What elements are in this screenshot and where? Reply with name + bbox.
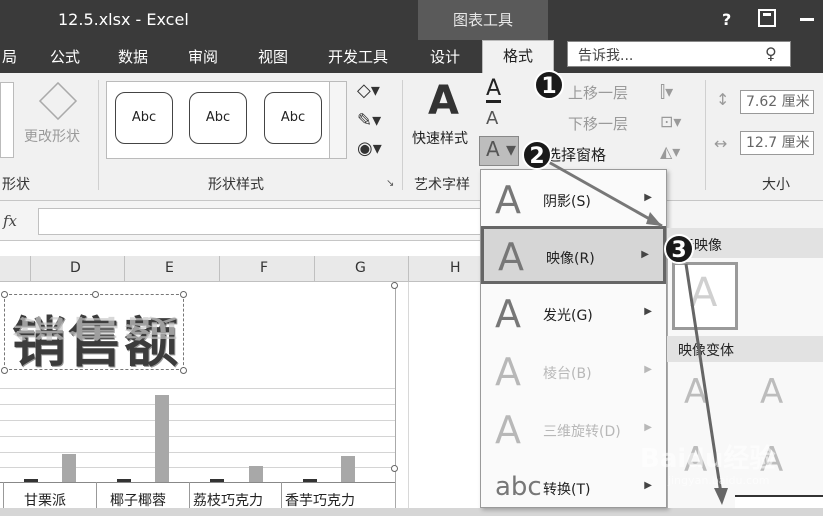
watermark: Baidu经验 (640, 444, 776, 474)
annotation-arrow (544, 158, 663, 228)
callout-3: 3 (664, 234, 694, 264)
annotation-arrowhead (714, 488, 728, 505)
annotation-arrowhead (646, 212, 662, 226)
callout-2: 2 (522, 140, 552, 170)
watermark-url: jingyan.baidu.com (668, 474, 770, 487)
callout-1: 1 (534, 70, 564, 100)
annotation-arrows (544, 158, 728, 505)
